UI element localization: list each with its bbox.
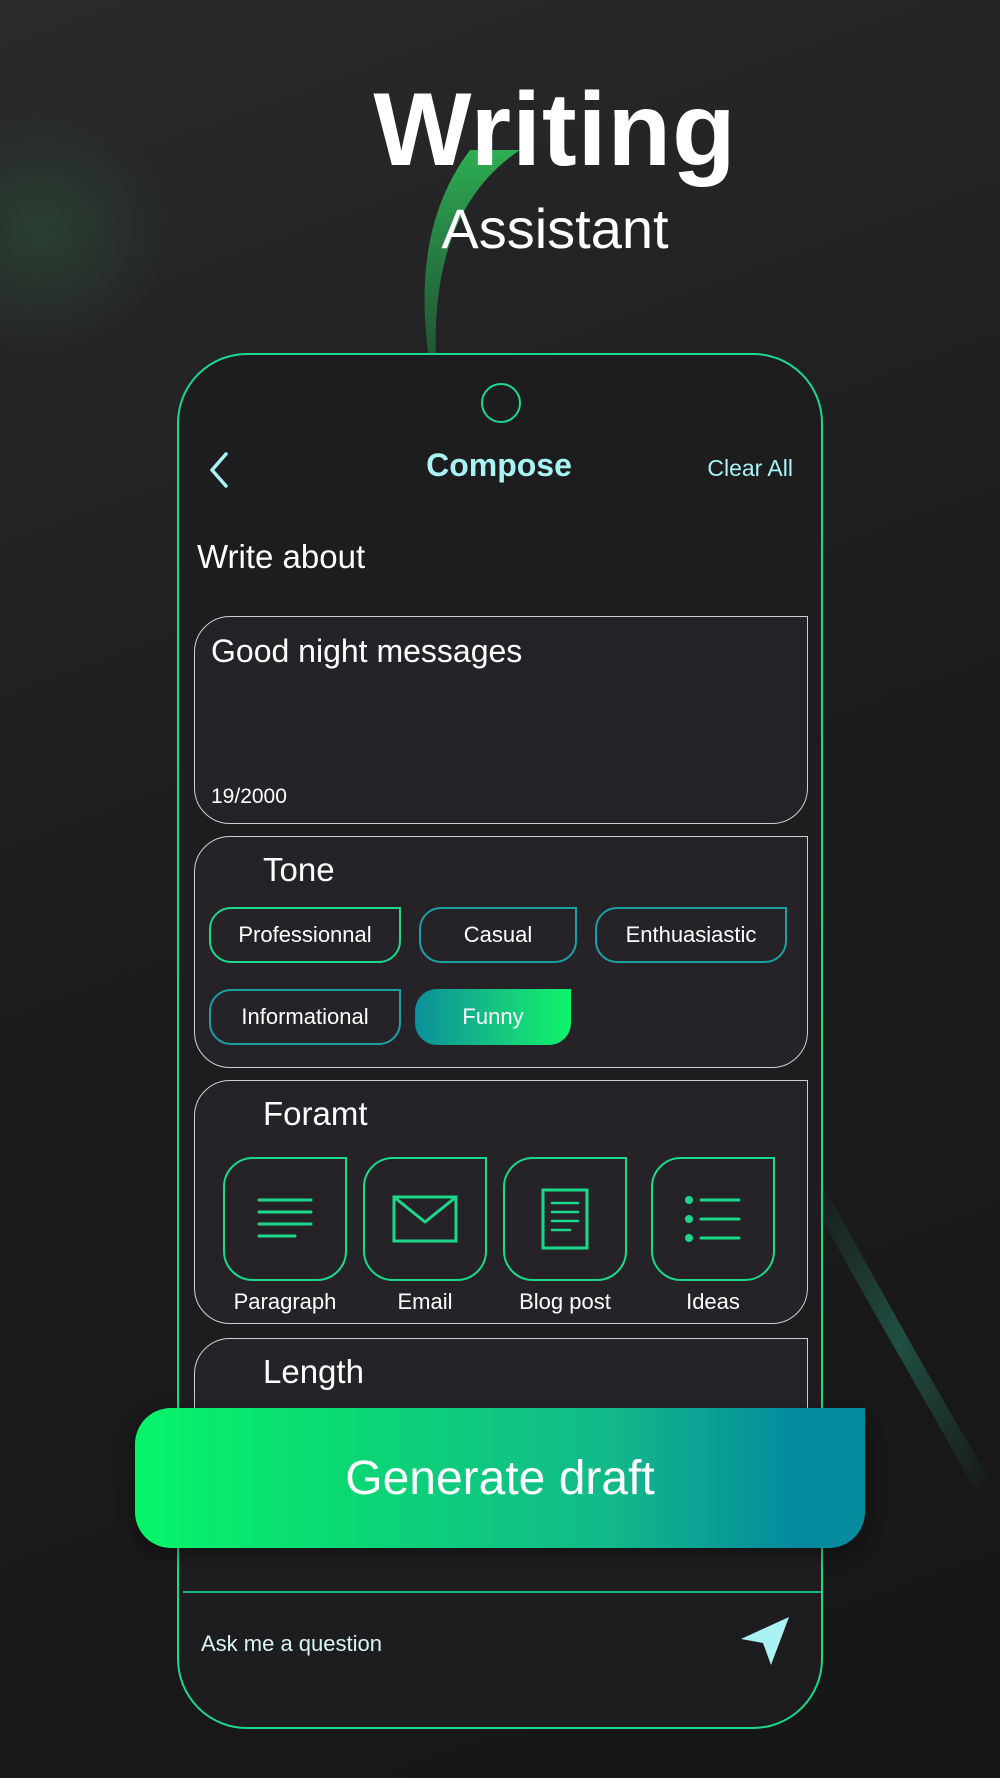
headline-title: Writing xyxy=(373,72,737,188)
headline: Writing Assistant xyxy=(0,70,1000,264)
ideas-list-icon xyxy=(685,1196,741,1242)
format-blog-post-label: Blog post xyxy=(519,1289,611,1314)
page-title: Compose xyxy=(426,447,572,483)
topic-input-field[interactable]: Good night messages 19/2000 xyxy=(194,616,808,824)
app-bar: Compose Clear All xyxy=(179,435,821,505)
format-paragraph-label: Paragraph xyxy=(233,1289,337,1314)
tone-chip-funny[interactable]: Funny xyxy=(415,989,571,1045)
format-title: Foramt xyxy=(263,1095,368,1132)
write-about-label: Write about xyxy=(197,538,366,575)
format-paragraph-button[interactable] xyxy=(223,1157,347,1281)
back-button[interactable] xyxy=(199,445,239,495)
clear-all-button[interactable]: Clear All xyxy=(707,455,793,482)
headline-subtitle: Assistant xyxy=(441,197,669,260)
character-count: 19/2000 xyxy=(211,785,287,808)
paragraph-icon xyxy=(257,1198,313,1238)
tone-title: Tone xyxy=(263,851,335,888)
input-divider xyxy=(183,1591,821,1593)
format-card: Foramt Paragraph Email Blog post Ideas xyxy=(194,1080,808,1324)
email-icon xyxy=(392,1195,458,1243)
format-ideas-button[interactable] xyxy=(651,1157,775,1281)
tone-chip-informational[interactable]: Informational xyxy=(209,989,401,1045)
camera-cutout xyxy=(481,383,521,423)
chevron-left-icon xyxy=(210,452,228,488)
tone-chip-professional[interactable]: Professionnal xyxy=(209,907,401,963)
generate-draft-button[interactable]: Generate draft xyxy=(135,1408,865,1548)
blog-post-icon xyxy=(541,1188,589,1250)
ask-question-input[interactable] xyxy=(201,1619,681,1669)
tone-chip-casual[interactable]: Casual xyxy=(419,907,577,963)
send-button[interactable] xyxy=(735,1611,795,1671)
format-blog-post-button[interactable] xyxy=(503,1157,627,1281)
topic-input-value[interactable]: Good night messages xyxy=(211,633,522,670)
format-ideas-label: Ideas xyxy=(686,1289,740,1314)
format-email-button[interactable] xyxy=(363,1157,487,1281)
send-icon xyxy=(741,1617,789,1665)
tone-card: Tone Professionnal Casual Enthuasiastic … xyxy=(194,836,808,1068)
length-title: Length xyxy=(263,1353,364,1390)
format-email-label: Email xyxy=(397,1289,453,1314)
tone-chip-enthusiastic[interactable]: Enthuasiastic xyxy=(595,907,787,963)
